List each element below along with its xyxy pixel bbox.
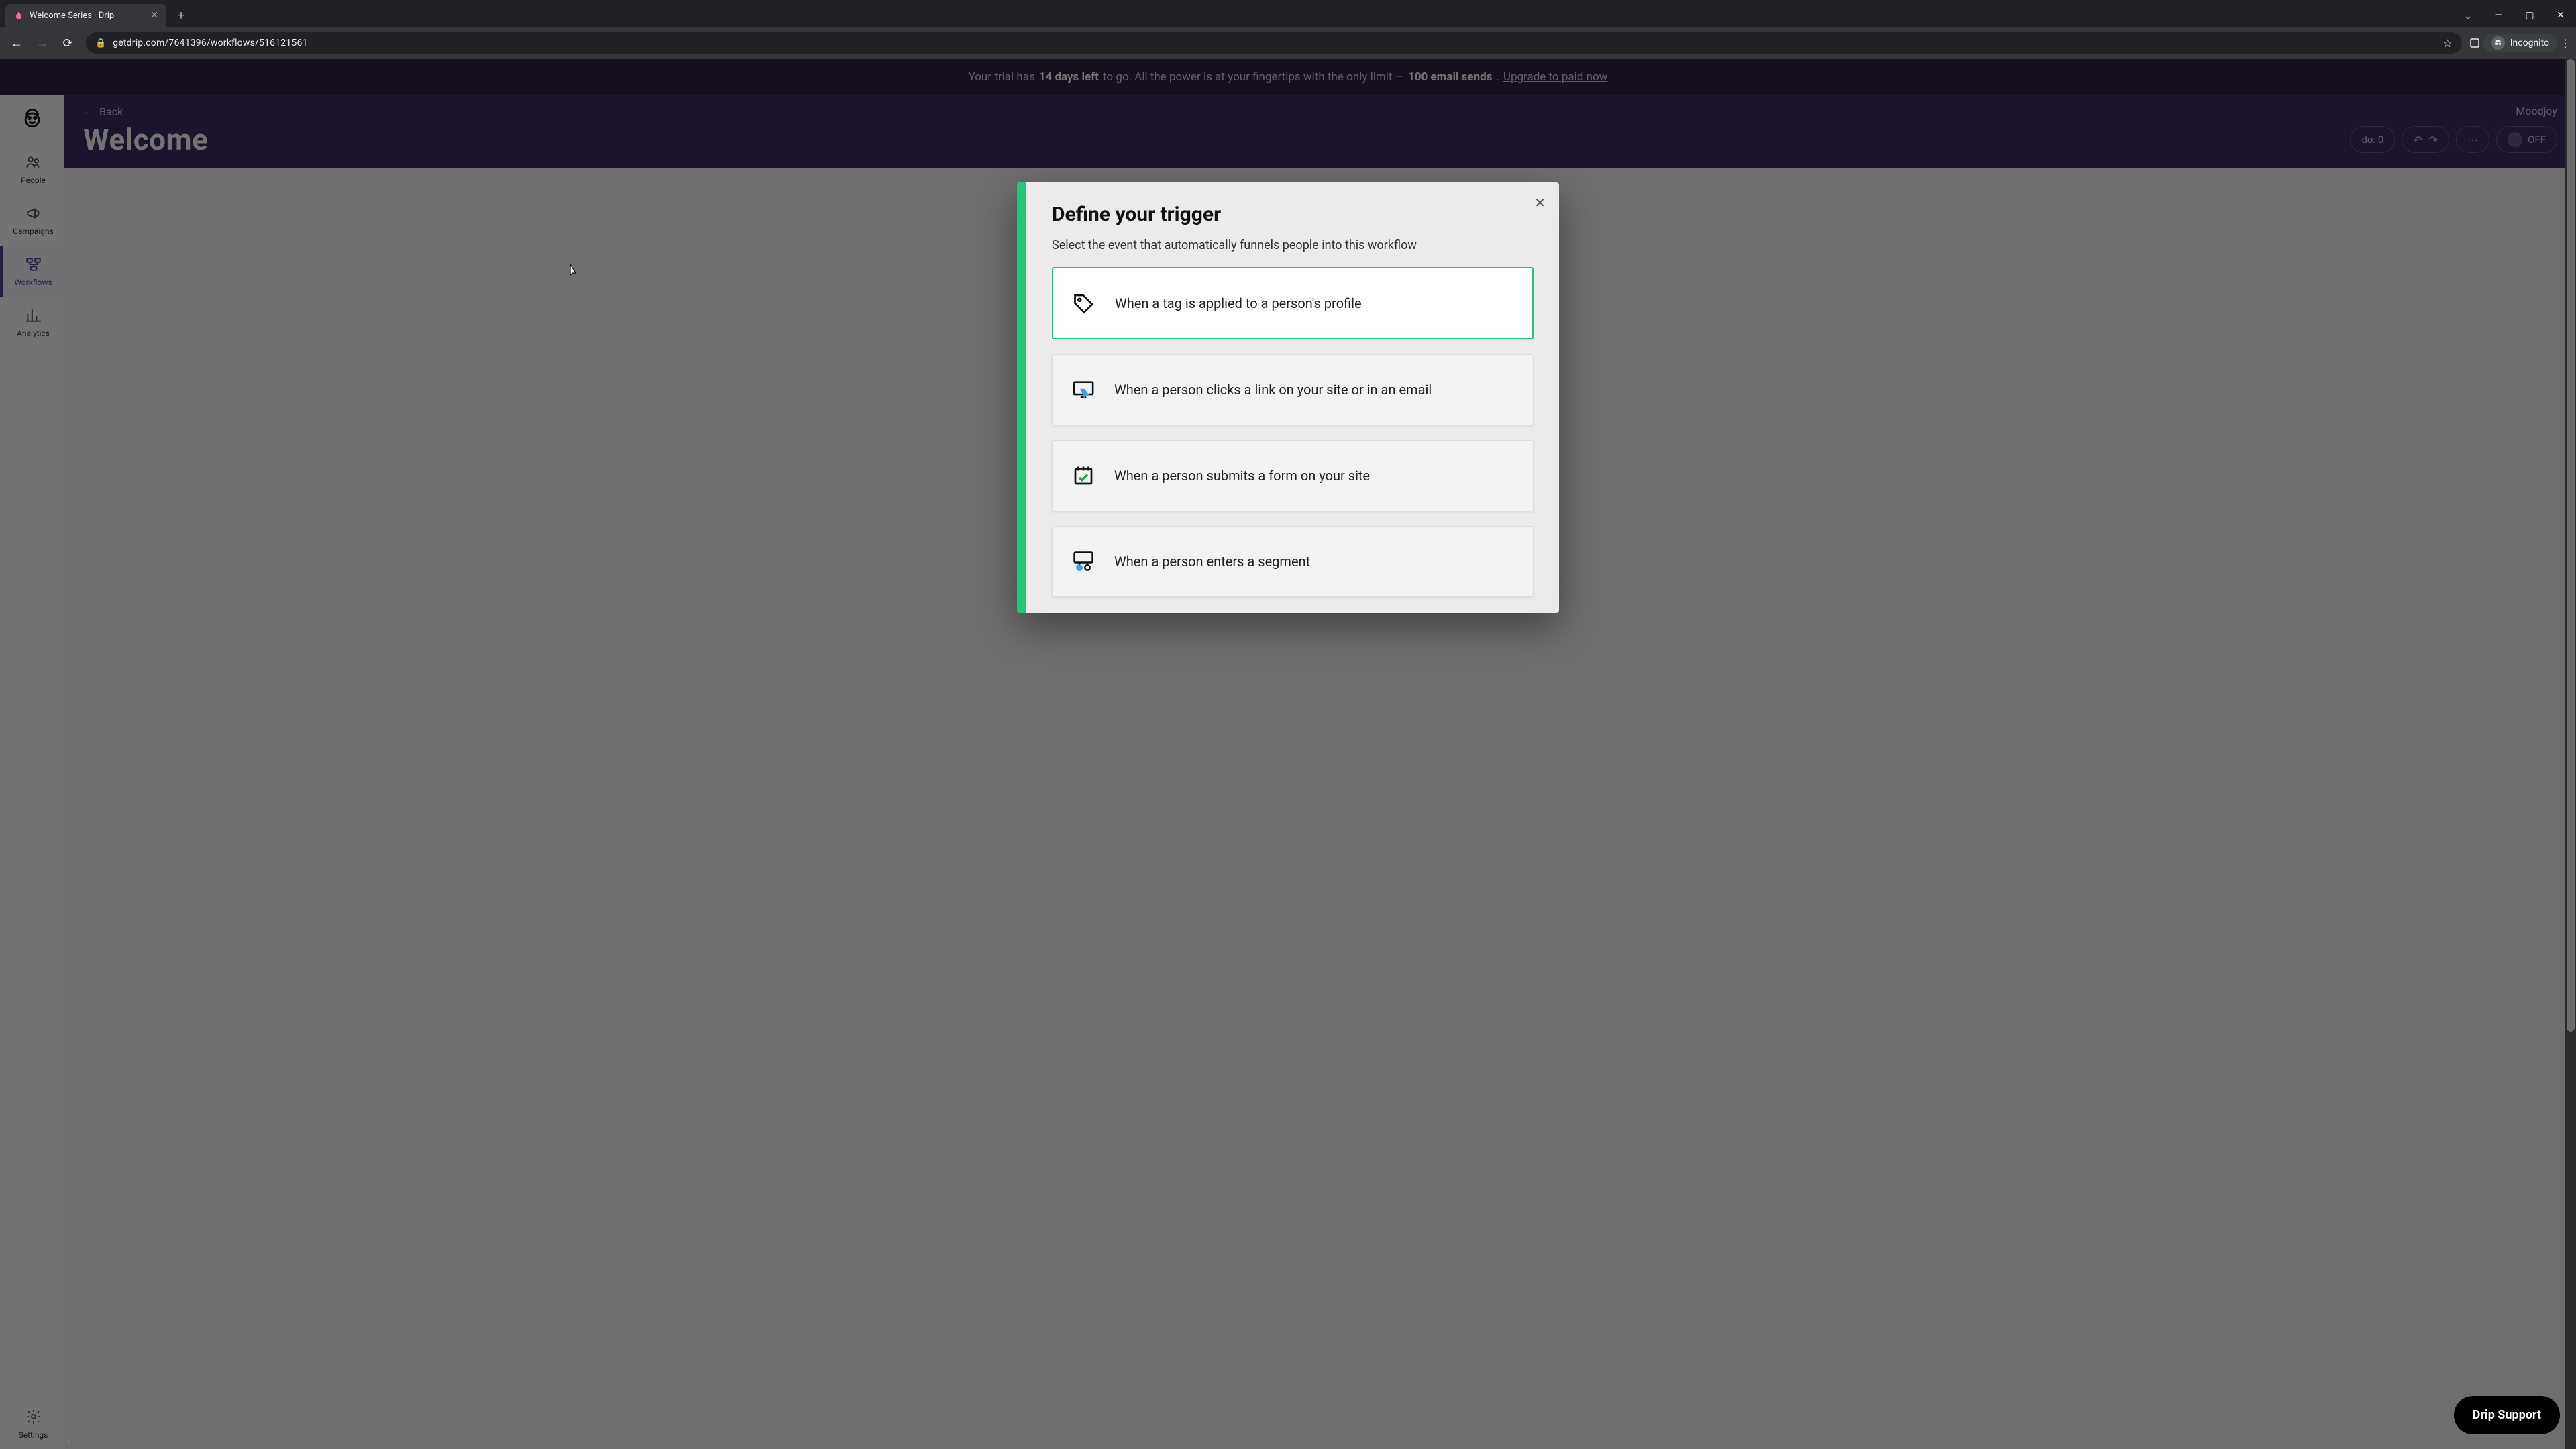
click-icon: [1070, 376, 1097, 403]
new-tab-button[interactable]: +: [172, 6, 191, 25]
modal-close-button[interactable]: ✕: [1534, 195, 1546, 211]
option-label: When a person submits a form on your sit…: [1114, 468, 1370, 484]
extensions-icon[interactable]: [2469, 37, 2481, 49]
scroll-hint-icon: ‹: [67, 1436, 70, 1446]
segment-icon: [1070, 548, 1097, 575]
tab-strip: Welcome Series · Drip ✕ + ⌄ ― ▢ ✕: [0, 0, 2576, 27]
trigger-option-tag-applied[interactable]: When a tag is applied to a person's prof…: [1052, 267, 1534, 339]
trigger-option-segment-enter[interactable]: When a person enters a segment: [1052, 526, 1534, 597]
browser-chrome: Welcome Series · Drip ✕ + ⌄ ― ▢ ✕ ← → ⟳ …: [0, 0, 2576, 59]
bookmark-star-icon[interactable]: ☆: [2443, 37, 2452, 50]
omnibox[interactable]: 🔒 getdrip.com/7641396/workflows/51612156…: [86, 32, 2462, 54]
browser-tab[interactable]: Welcome Series · Drip ✕: [5, 4, 166, 27]
nav-forward-icon[interactable]: →: [31, 32, 54, 54]
modal-title: Define your trigger: [1052, 203, 1534, 226]
option-label: When a tag is applied to a person's prof…: [1115, 295, 1362, 311]
reload-icon[interactable]: ⟳: [56, 32, 79, 54]
tag-icon: [1071, 290, 1097, 317]
trigger-option-link-click[interactable]: When a person clicks a link on your site…: [1052, 354, 1534, 425]
minimize-icon[interactable]: ―: [2483, 4, 2514, 27]
url-text: getdrip.com/7641396/workflows/516121561: [113, 38, 307, 48]
incognito-icon: [2491, 36, 2505, 50]
support-button[interactable]: Drip Support: [2454, 1396, 2560, 1434]
vertical-scrollbar[interactable]: [2565, 59, 2576, 1449]
incognito-badge[interactable]: Incognito: [2483, 34, 2557, 52]
option-label: When a person enters a segment: [1114, 553, 1310, 570]
modal-accent-bar: [1017, 182, 1026, 613]
browser-menu-icon[interactable]: ⋮: [2560, 37, 2571, 50]
tab-title: Welcome Series · Drip: [30, 11, 114, 21]
app-viewport: Your trial has 14 days left to go. All t…: [0, 59, 2576, 1449]
support-label: Drip Support: [2473, 1408, 2541, 1422]
form-icon: [1070, 462, 1097, 489]
maximize-icon[interactable]: ▢: [2514, 4, 2545, 27]
tab-close-icon[interactable]: ✕: [150, 10, 158, 21]
close-window-icon[interactable]: ✕: [2545, 4, 2576, 27]
incognito-label: Incognito: [2510, 38, 2549, 48]
window-controls: ⌄ ― ▢ ✕: [2453, 4, 2576, 27]
trigger-modal: ✕ Define your trigger Select the event t…: [1017, 182, 1559, 613]
tab-search-icon[interactable]: ⌄: [2453, 4, 2483, 27]
nav-back-icon[interactable]: ←: [5, 32, 28, 54]
lock-icon: 🔒: [95, 38, 106, 48]
address-bar: ← → ⟳ 🔒 getdrip.com/7641396/workflows/51…: [0, 27, 2576, 59]
drip-favicon: [13, 10, 24, 21]
scrollbar-thumb[interactable]: [2567, 59, 2575, 1032]
modal-subtitle: Select the event that automatically funn…: [1052, 238, 1534, 252]
trigger-option-form-submit[interactable]: When a person submits a form on your sit…: [1052, 440, 1534, 511]
option-label: When a person clicks a link on your site…: [1114, 382, 1432, 398]
